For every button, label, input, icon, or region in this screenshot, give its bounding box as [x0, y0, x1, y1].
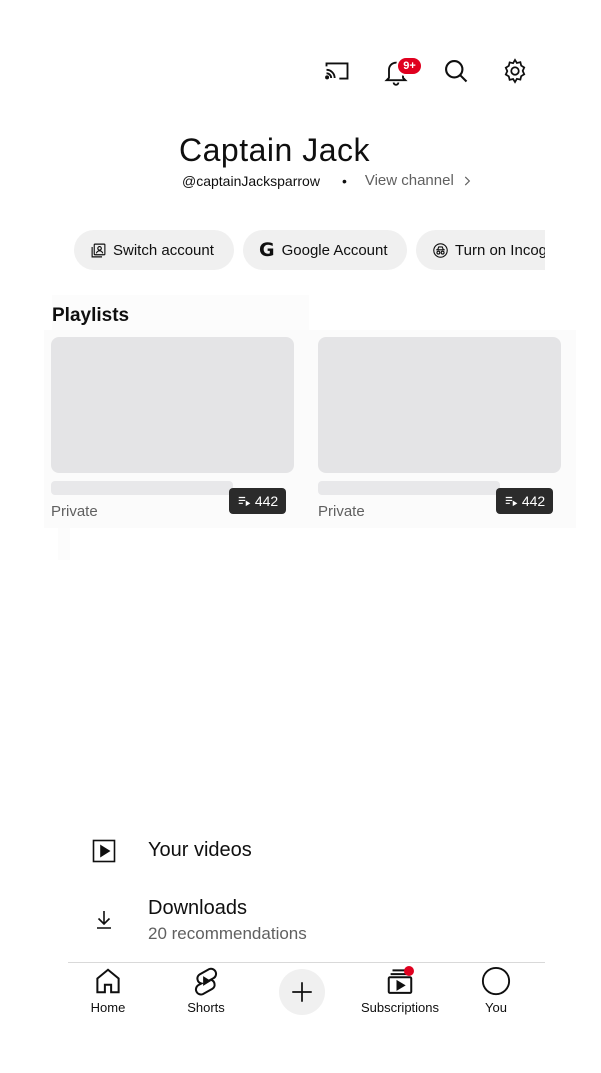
subscriptions-notification-dot [404, 966, 414, 976]
incognito-chip[interactable]: Turn on Incognito [416, 230, 545, 270]
switch-account-chip[interactable]: Switch account [74, 230, 234, 270]
downloads-label: Downloads [148, 897, 247, 919]
channel-handle: @captainJacksparrow [182, 172, 320, 189]
home-icon [96, 968, 120, 994]
play-square-icon [92, 839, 116, 863]
nav-subscriptions[interactable]: Subscriptions [358, 966, 442, 1015]
switch-account-label: Switch account [113, 241, 214, 259]
playlist-title-placeholder [318, 481, 500, 495]
view-channel-link[interactable]: View channel [365, 172, 474, 189]
playlist-privacy: Private [51, 503, 98, 520]
downloads-item[interactable]: Downloads 20 recommendations [92, 897, 307, 944]
your-videos-item[interactable]: Your videos [92, 839, 252, 863]
settings-icon [504, 58, 526, 84]
search-icon [445, 60, 468, 83]
playlist-thumbnail[interactable] [51, 337, 294, 473]
google-account-chip[interactable]: G Google Account [243, 230, 407, 270]
playlist-privacy: Private [318, 503, 365, 520]
playlist-title-placeholder [51, 481, 233, 495]
nav-you-label: You [485, 1000, 507, 1015]
bottom-nav-separator [68, 962, 545, 963]
download-icon [97, 911, 111, 929]
google-account-label: Google Account [281, 241, 388, 259]
nav-you[interactable]: You [479, 966, 513, 1015]
incognito-icon [433, 242, 448, 258]
google-g-icon: G [259, 239, 275, 261]
playlist-count: 442 [254, 493, 279, 509]
cast-button[interactable] [319, 53, 355, 89]
nav-shorts-label: Shorts [187, 1000, 225, 1015]
nav-home-label: Home [90, 1000, 126, 1015]
playlists-title: Playlists [52, 305, 130, 326]
channel-name: Captain Jack [179, 132, 370, 168]
playlist-count-badge: 442 [496, 488, 553, 514]
notification-badge: 9+ [396, 56, 423, 76]
loading-shadow [58, 528, 70, 560]
nav-subscriptions-label: Subscriptions [360, 1000, 440, 1015]
create-plus-icon [292, 982, 312, 1002]
account-chips: Switch account G Google Account Turn on … [74, 230, 545, 270]
search-button[interactable] [438, 53, 474, 89]
avatar-icon [481, 966, 511, 996]
chevron-right-icon [464, 176, 470, 185]
shorts-icon [195, 967, 217, 996]
playlist-icon [238, 496, 251, 507]
playlist-thumbnail[interactable] [318, 337, 561, 473]
playlist-count-badge: 442 [229, 488, 286, 514]
separator-dot: • [341, 172, 347, 189]
view-channel-label: View channel [364, 172, 454, 189]
playlist-count: 442 [521, 493, 546, 509]
your-videos-label: Your videos [148, 839, 252, 861]
downloads-subtitle: 20 recommendations [148, 924, 307, 943]
nav-home[interactable]: Home [85, 966, 131, 1015]
create-button[interactable] [279, 969, 325, 1015]
incognito-label: Turn on Incognito [455, 241, 545, 259]
settings-button[interactable] [497, 53, 533, 89]
nav-shorts[interactable]: Shorts [181, 966, 231, 1015]
cast-icon [325, 62, 349, 80]
switch-account-icon [91, 243, 106, 257]
playlist-icon [505, 496, 518, 507]
channel-handle-row: @captainJacksparrow • View channel [182, 172, 474, 189]
